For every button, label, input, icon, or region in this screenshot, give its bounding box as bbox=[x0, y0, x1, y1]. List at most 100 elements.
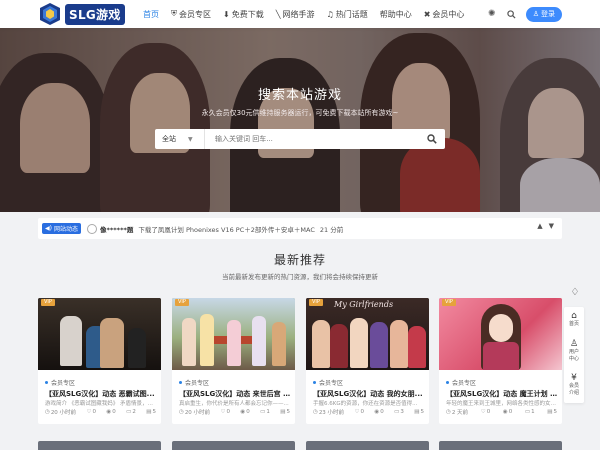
meta-downloads-value: 5 bbox=[152, 409, 156, 415]
site-logo[interactable]: SLG游戏 bbox=[38, 2, 125, 26]
heart-icon: ♡ bbox=[86, 409, 92, 415]
game-card[interactable]: VIP 会员专区 【亚风SLG汉化】动态 魔王计划 ... 年轻的魔王来到王城里… bbox=[439, 298, 562, 424]
meta-comments-value: 3 bbox=[400, 409, 404, 415]
float-label: 首页 bbox=[568, 321, 579, 327]
gamepad-icon: ╲ bbox=[275, 9, 281, 19]
meta-time: ◷ 20 小时前 bbox=[45, 408, 77, 416]
nav-item-member-center[interactable]: ✖ 会员中心 bbox=[424, 0, 465, 28]
category-label: 会员专区 bbox=[51, 380, 76, 387]
meta-downloads-value: 5 bbox=[286, 409, 290, 415]
comment-icon: ▭ bbox=[126, 409, 132, 415]
float-item-user-center[interactable]: ♙ 用户中心 bbox=[564, 339, 584, 362]
nav-item-vip[interactable]: ⛨ 会员专区 bbox=[171, 0, 211, 28]
game-card[interactable]: VIP 会员专区 【亚风SLG汉化】动态 来世后宫 ... 真启重生，你代价是所… bbox=[172, 298, 295, 424]
dot-icon bbox=[446, 381, 449, 384]
hero-subtitle: 永久会员仅30元供维持服务器运行，可免费下载本站所有游戏~ bbox=[201, 109, 399, 117]
thumbnail-shape bbox=[390, 320, 408, 368]
meta-time-value: 20 小时前 bbox=[184, 410, 211, 416]
thumbnail-shape bbox=[312, 320, 330, 368]
home-icon: ⌂ bbox=[571, 311, 577, 321]
card-thumbnail[interactable] bbox=[38, 298, 161, 370]
login-button[interactable]: ♙ 登录 bbox=[525, 6, 562, 22]
float-label: 用户中心 bbox=[568, 349, 579, 362]
chevron-down-icon[interactable]: ▼ bbox=[549, 222, 554, 230]
activity-ticker: ◀) 网站动态 像******题 下载了凤凰计划 Phoenixes V16 PC… bbox=[38, 218, 562, 239]
diamond-icon[interactable]: ♢ bbox=[568, 285, 582, 299]
game-card[interactable] bbox=[172, 441, 295, 450]
meta-likes: ♡ 0 bbox=[355, 408, 365, 416]
category-label: 会员专区 bbox=[452, 380, 477, 387]
card-title[interactable]: 【亚风SLG汉化】动态 恶霸试图... bbox=[45, 389, 157, 399]
nav-item-home[interactable]: 首页 bbox=[143, 0, 159, 28]
nav-label: 热门话题 bbox=[335, 9, 368, 19]
card-title[interactable]: 【亚风SLG汉化】动态 来世后宫 ... bbox=[179, 389, 291, 399]
float-item-home[interactable]: ⌂ 首页 bbox=[564, 311, 584, 328]
card-category[interactable]: 会员专区 bbox=[179, 378, 209, 387]
ticker-message[interactable]: 下载了凤凰计划 Phoenixes V16 PC＋2部外传＋安卓＋MAC bbox=[138, 224, 314, 234]
meta-views-value: 0 bbox=[112, 409, 116, 415]
meta-comments: ▭ 2 bbox=[126, 408, 137, 416]
search-scope-select[interactable]: 全站 ▼ bbox=[155, 129, 205, 149]
search-submit-button[interactable] bbox=[419, 129, 445, 149]
thumbnail-shape bbox=[100, 318, 124, 368]
ticker-controls: ▲ ▼ bbox=[531, 222, 554, 230]
thumbnail-shape bbox=[350, 318, 368, 368]
card-title[interactable]: 【亚风SLG汉化】动态 魔王计划 ... bbox=[446, 389, 558, 399]
card-thumbnail[interactable] bbox=[439, 298, 562, 370]
search-input[interactable] bbox=[205, 130, 419, 148]
game-card[interactable]: VIP 会员专区 【亚风SLG汉化】动态 恶霸试图... 游戏简介 《恶霸试图藏… bbox=[38, 298, 161, 424]
heart-icon: ♡ bbox=[354, 409, 360, 415]
comment-icon: ▭ bbox=[394, 409, 400, 415]
hero-banner: 搜索本站游戏 永久会员仅30元供维持服务器运行，可免费下载本站所有游戏~ 全站 … bbox=[0, 28, 600, 212]
meta-likes-value: 0 bbox=[226, 409, 230, 415]
comment-icon: ▭ bbox=[524, 409, 531, 415]
card-category[interactable]: 会员专区 bbox=[313, 378, 343, 387]
eye-icon: ◉ bbox=[374, 409, 380, 415]
search-scope-label: 全站 bbox=[162, 135, 176, 143]
nav-item-help[interactable]: 帮助中心 bbox=[380, 0, 412, 28]
game-card[interactable] bbox=[439, 441, 562, 450]
chevron-up-icon[interactable]: ▲ bbox=[537, 222, 542, 230]
card-thumbnail[interactable]: My Girlfriends bbox=[306, 298, 429, 370]
clock-icon: ◷ bbox=[313, 409, 318, 415]
hero-title: 搜索本站游戏 bbox=[257, 88, 342, 103]
meta-downloads: ▤ 5 bbox=[414, 408, 425, 416]
ticker-badge-label: 网站动态 bbox=[53, 226, 78, 233]
ticker-time: 21 分前 bbox=[319, 225, 344, 234]
nav-item-free-download[interactable]: ⬇ 免费下载 bbox=[223, 0, 264, 28]
download-icon: ▤ bbox=[547, 409, 553, 415]
search-icon[interactable] bbox=[504, 6, 520, 22]
meta-time: ◷ 2 天前 bbox=[446, 408, 469, 416]
nav-item-mobile-games[interactable]: ╲ 网络手游 bbox=[276, 0, 315, 28]
thumbnail-shape bbox=[330, 324, 348, 368]
sun-icon[interactable]: ✺ bbox=[484, 6, 500, 22]
search-icon bbox=[427, 134, 437, 144]
card-thumbnail[interactable] bbox=[172, 298, 295, 370]
thumbnail-shape bbox=[200, 314, 214, 366]
nav-item-hot-topics[interactable]: ♫ 热门话题 bbox=[327, 0, 368, 28]
card-desc: 手握6.6KG的资源，你还在资源是否值得... bbox=[313, 401, 418, 407]
game-card[interactable]: My Girlfriends VIP 会员专区 【亚风SLG汉化】动态 我的女朋… bbox=[306, 298, 429, 424]
card-category[interactable]: 会员专区 bbox=[45, 378, 75, 387]
meta-likes-value: 0 bbox=[92, 409, 96, 415]
nav-label: 帮助中心 bbox=[379, 9, 412, 19]
thumbnail-title-art: My Girlfriends bbox=[334, 300, 394, 309]
meta-comments: ▭ 3 bbox=[394, 408, 405, 416]
meta-downloads-value: 5 bbox=[553, 409, 557, 415]
clock-icon: ◷ bbox=[446, 409, 451, 415]
card-desc: 年轻的魔王来到王城里，网络各类性感的女巫们... bbox=[446, 401, 558, 407]
meta-views-value: 0 bbox=[380, 409, 384, 415]
game-card[interactable] bbox=[38, 441, 161, 450]
login-label: 登录 bbox=[541, 10, 555, 18]
logo-badge-icon bbox=[38, 2, 62, 26]
logo-text: SLG游戏 bbox=[65, 3, 125, 25]
meta-views-value: 0 bbox=[246, 409, 250, 415]
float-item-member-intro[interactable]: ¥ 会员介绍 bbox=[564, 373, 584, 396]
card-desc: 真启重生，你代价是所有人都会忘记你——... bbox=[179, 401, 289, 407]
download-icon: ▤ bbox=[280, 409, 286, 415]
thumbnail-shape bbox=[252, 316, 266, 366]
card-category[interactable]: 会员专区 bbox=[446, 378, 476, 387]
ticker-user[interactable]: 像******题 bbox=[100, 224, 133, 234]
card-title[interactable]: 【亚风SLG汉化】动态 我的女朋... bbox=[313, 389, 425, 399]
game-card[interactable] bbox=[306, 441, 429, 450]
